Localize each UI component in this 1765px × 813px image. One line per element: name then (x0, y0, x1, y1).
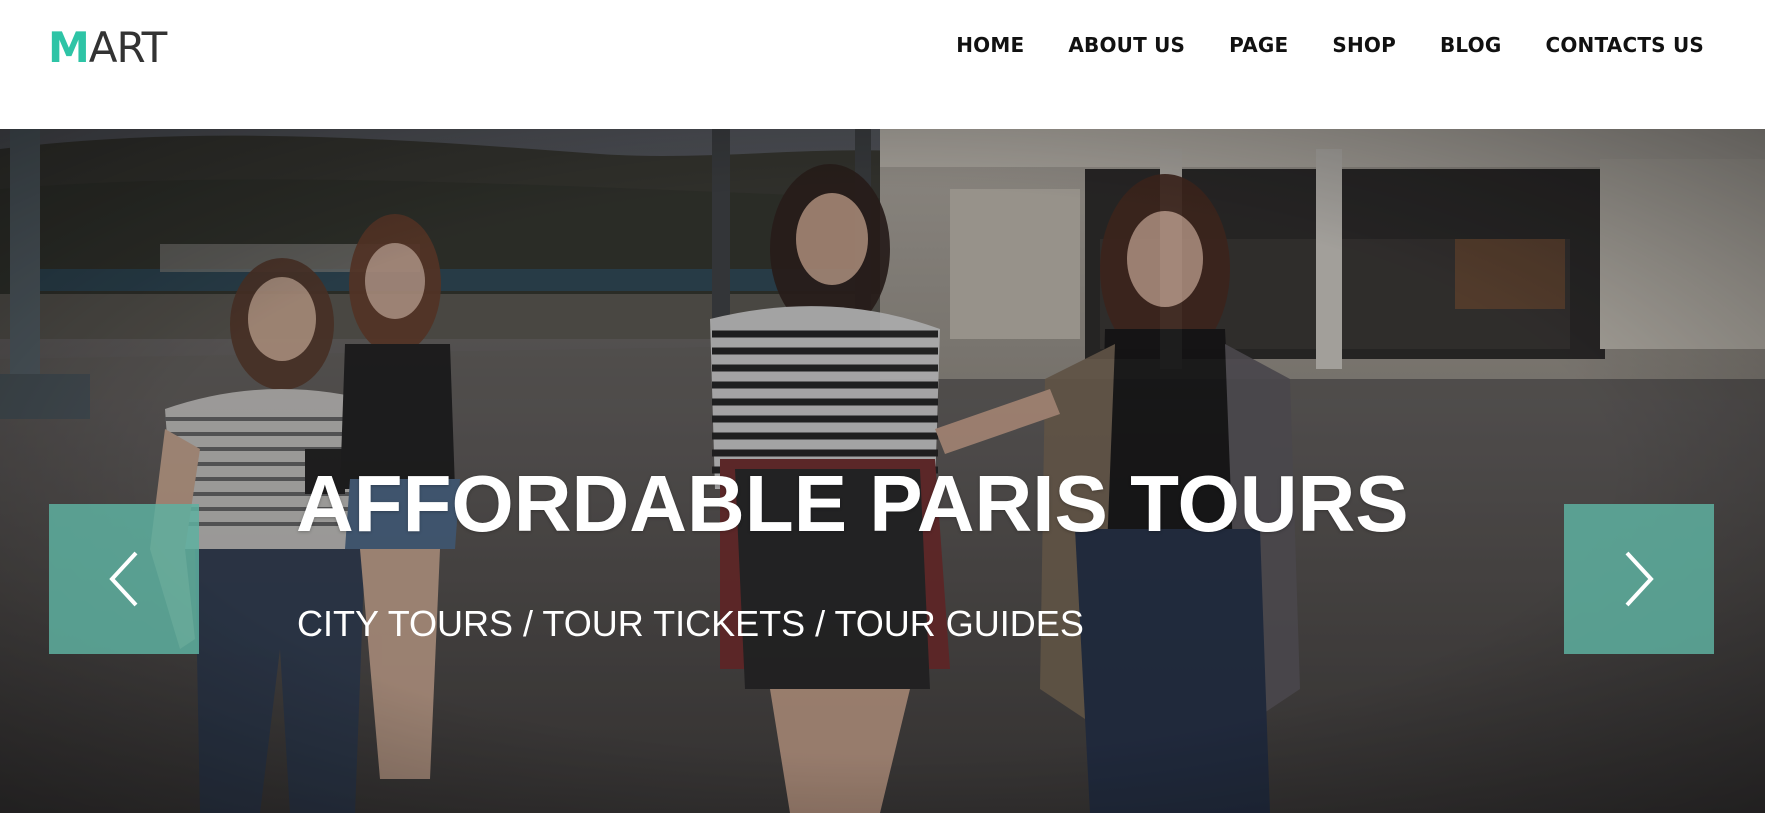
nav-item-contacts-us: CONTACTS US (1545, 30, 1704, 60)
nav-item-blog: BLOG (1440, 30, 1502, 60)
hero-subtitle: CITY TOURS / TOUR TICKETS / TOUR GUIDES (297, 603, 1084, 644)
nav-item-home: HOME (956, 30, 1024, 60)
logo-accent-letter: M (48, 23, 90, 72)
nav-link-about-us[interactable]: ABOUT US (1068, 33, 1185, 57)
slider-next-button[interactable] (1564, 504, 1714, 654)
main-nav: HOME ABOUT US PAGE SHOP BLOG CONTACTS US (956, 30, 1704, 60)
nav-link-page[interactable]: PAGE (1229, 33, 1288, 57)
nav-link-blog[interactable]: BLOG (1440, 33, 1502, 57)
chevron-left-icon (109, 551, 138, 607)
slider-prev-button[interactable] (49, 504, 199, 654)
page: MART HOME ABOUT US PAGE SHOP BLOG CONTAC… (0, 0, 1765, 813)
nav-link-contacts-us[interactable]: CONTACTS US (1545, 33, 1704, 57)
nav-link-home[interactable]: HOME (956, 33, 1024, 57)
logo-text: ART (88, 23, 168, 72)
hero-slider: AFFORDABLE PARIS TOURS CITY TOURS / TOUR… (0, 129, 1765, 813)
nav-link-shop[interactable]: SHOP (1332, 33, 1396, 57)
hero-title: AFFORDABLE PARIS TOURS (296, 459, 1409, 548)
nav-item-about-us: ABOUT US (1068, 30, 1185, 60)
chevron-right-icon (1625, 551, 1654, 607)
site-header: MART HOME ABOUT US PAGE SHOP BLOG CONTAC… (0, 0, 1765, 129)
nav-item-shop: SHOP (1332, 30, 1396, 60)
nav-item-page: PAGE (1229, 30, 1288, 60)
logo[interactable]: MART (48, 23, 168, 72)
